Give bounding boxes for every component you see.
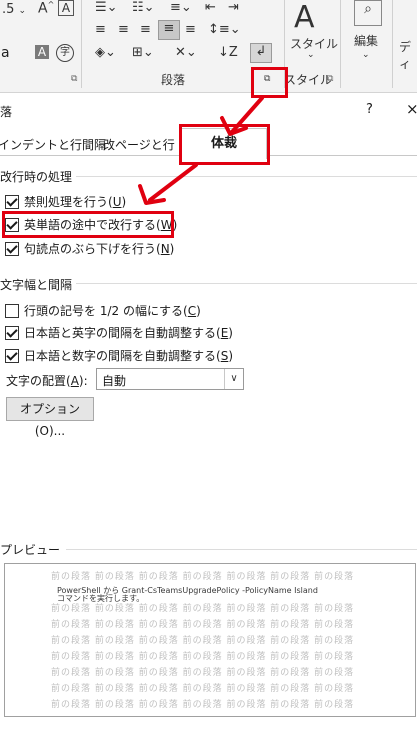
annotation-arrows [138,96,264,205]
annotation-arrow-2 [148,163,198,202]
